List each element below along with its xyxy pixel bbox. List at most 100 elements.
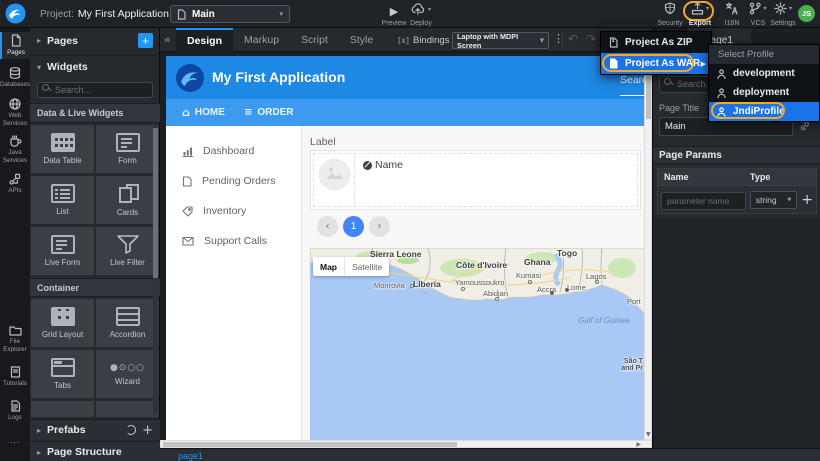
add-param-button[interactable]: + bbox=[801, 192, 813, 208]
panel-scrollbar[interactable] bbox=[153, 125, 158, 415]
widget-tile-partial[interactable] bbox=[31, 401, 94, 417]
export-button[interactable]: ▾ Export bbox=[685, 2, 715, 27]
redo-icon[interactable]: ↷ bbox=[586, 32, 596, 46]
pages-section-header[interactable]: ▸ Pages bbox=[30, 28, 160, 53]
widget-search-input[interactable] bbox=[37, 82, 153, 98]
wavemaker-logo[interactable] bbox=[5, 3, 26, 29]
widget-tile-partial[interactable]: ••••• bbox=[96, 401, 159, 417]
settings-button[interactable]: ▾ Settings bbox=[768, 2, 798, 27]
deploy-button[interactable]: ▾ Deploy bbox=[404, 2, 438, 27]
sidebar-item-file-explorer[interactable]: File Explorer bbox=[0, 323, 30, 356]
widget-tile-live-form[interactable]: Live Form bbox=[31, 227, 94, 275]
globe-icon bbox=[9, 98, 21, 110]
tab-design[interactable]: Design bbox=[176, 28, 233, 52]
canvas-horizontal-scrollbar[interactable]: ▶ bbox=[160, 440, 652, 448]
widget-tile-cards[interactable]: Cards bbox=[96, 176, 159, 224]
search-icon bbox=[664, 78, 671, 85]
menu-item-project-as-zip[interactable]: Project As ZIP bbox=[601, 32, 711, 53]
bindings-button[interactable]: [x] Bindings ▾ bbox=[398, 28, 457, 52]
section-title: Container bbox=[37, 283, 79, 293]
widget-tile-tabs[interactable]: Tabs bbox=[31, 350, 94, 398]
security-button[interactable]: Security bbox=[655, 2, 685, 27]
label-widget[interactable]: Label bbox=[310, 136, 336, 148]
device-selector[interactable]: Laptop with MDPI Screen ▼ bbox=[452, 32, 549, 49]
widget-tile-live-filter[interactable]: Live Filter bbox=[96, 227, 159, 275]
prefabs-section-header[interactable]: ▸ Prefabs + bbox=[30, 419, 160, 440]
tab-style[interactable]: Style bbox=[339, 28, 384, 52]
widget-tile-accordion[interactable]: Accordion bbox=[96, 299, 159, 347]
param-name-input[interactable] bbox=[661, 192, 746, 210]
map-button[interactable]: Map bbox=[313, 262, 344, 272]
sidebar-item-databases[interactable]: Databases bbox=[0, 64, 30, 91]
sidebar-item-tutorials[interactable]: Tutorials bbox=[0, 363, 30, 390]
chevron-down-icon: ▼ bbox=[787, 197, 791, 203]
map-widget[interactable]: Sierra Leone Monrovia Liberia Côte d'Ivo… bbox=[310, 248, 645, 440]
current-page-button[interactable]: 1 bbox=[343, 216, 364, 237]
nav-item-home[interactable]: ⌂ HOME bbox=[182, 99, 225, 126]
add-prefab-button[interactable]: + bbox=[142, 423, 153, 438]
sidebar-item-java-services[interactable]: Java Services bbox=[0, 133, 30, 166]
menu-item-jndiprofile[interactable]: JndiProfile bbox=[709, 102, 819, 121]
menu-item-inventory[interactable]: Inventory bbox=[166, 198, 302, 224]
page-structure-section-header[interactable]: ▸ Page Structure bbox=[30, 441, 160, 461]
menu-item-support-calls[interactable]: Support Calls bbox=[166, 228, 302, 254]
bottom-tab-page1[interactable]: page1 bbox=[178, 451, 203, 461]
right-panel-empty-area bbox=[653, 218, 820, 461]
security-label: Security bbox=[655, 20, 685, 27]
i18n-button[interactable]: I18N bbox=[718, 2, 746, 27]
undo-icon[interactable]: ↶ bbox=[568, 32, 578, 46]
widget-tile-data-table[interactable]: Data Table bbox=[31, 125, 94, 173]
folder-icon bbox=[9, 325, 22, 336]
tab-script[interactable]: Script bbox=[290, 28, 339, 52]
nav-item-order[interactable]: ≡ ORDER bbox=[244, 99, 294, 126]
menu-item-deployment[interactable]: deployment bbox=[709, 83, 819, 102]
i18n-icon bbox=[725, 2, 739, 15]
satellite-button[interactable]: Satellite bbox=[345, 262, 389, 272]
list-icon: ≡ bbox=[244, 107, 252, 118]
branch-icon bbox=[749, 2, 761, 15]
menu-item-pending-orders[interactable]: Pending Orders bbox=[166, 168, 302, 194]
add-page-button[interactable] bbox=[138, 33, 153, 48]
collapse-panel-icon[interactable]: « bbox=[164, 33, 171, 46]
chevron-down-icon: ▾ bbox=[789, 5, 792, 12]
sidebar-item-pages[interactable]: Pages bbox=[0, 32, 30, 59]
topbar: Project: My First Application › Main ▾ ▶… bbox=[0, 0, 820, 28]
tab-markup[interactable]: Markup bbox=[233, 28, 290, 52]
menu-item-project-as-war[interactable]: Project As WAR ▶ bbox=[601, 53, 711, 74]
scroll-right-icon[interactable]: ▶ bbox=[636, 441, 641, 448]
app-left-menu: Dashboard Pending Orders Inventory Suppo… bbox=[166, 126, 302, 440]
scroll-down-icon[interactable]: ▼ bbox=[646, 431, 651, 438]
next-page-button[interactable]: › bbox=[369, 216, 390, 237]
widget-search bbox=[37, 80, 153, 96]
sidebar-item-apis[interactable]: APIs bbox=[0, 170, 30, 197]
submenu-arrow-icon: ▶ bbox=[701, 60, 706, 68]
map-label-cote-divoire: Côte d'Ivoire bbox=[456, 260, 507, 270]
widget-tile-grid-layout[interactable]: Grid Layout bbox=[31, 299, 94, 347]
city-dot bbox=[550, 291, 554, 295]
canvas-vertical-scrollbar[interactable]: ▼ bbox=[644, 52, 652, 440]
wavemaker-studio: Project: My First Application › Main ▾ ▶… bbox=[0, 0, 820, 461]
widget-tile-list[interactable]: List bbox=[31, 176, 94, 224]
envelope-icon bbox=[182, 236, 194, 246]
prev-page-button[interactable]: ‹ bbox=[317, 216, 338, 237]
widget-tile-wizard[interactable]: Wizard bbox=[96, 350, 159, 398]
more-button[interactable]: ... bbox=[0, 435, 30, 445]
app-search-link[interactable]: Search bbox=[620, 74, 645, 96]
param-type-select[interactable]: string ▼ bbox=[750, 191, 797, 209]
widgets-section-header[interactable]: ▾ Widgets bbox=[30, 55, 160, 78]
pages-icon bbox=[10, 34, 22, 47]
export-profile-submenu: Select Profile development deployment Jn… bbox=[708, 44, 820, 122]
sidebar-item-web-services[interactable]: Web Services bbox=[0, 96, 30, 129]
user-avatar[interactable]: JS bbox=[798, 5, 815, 22]
export-menu: Project As ZIP Project As WAR ▶ bbox=[600, 31, 712, 75]
list-widget[interactable]: Name bbox=[310, 150, 641, 210]
page-selector[interactable]: Main ▾ bbox=[170, 5, 290, 23]
widget-tile-form[interactable]: Form bbox=[96, 125, 159, 173]
refresh-prefabs-icon[interactable] bbox=[126, 425, 136, 435]
menu-item-development[interactable]: development bbox=[709, 64, 819, 83]
page-params-header[interactable]: Page Params bbox=[653, 146, 820, 164]
bind-icon bbox=[363, 161, 372, 170]
sidebar-item-logs[interactable]: Logs bbox=[0, 397, 30, 424]
menu-item-dashboard[interactable]: Dashboard bbox=[166, 138, 302, 164]
home-icon: ⌂ bbox=[182, 106, 190, 119]
